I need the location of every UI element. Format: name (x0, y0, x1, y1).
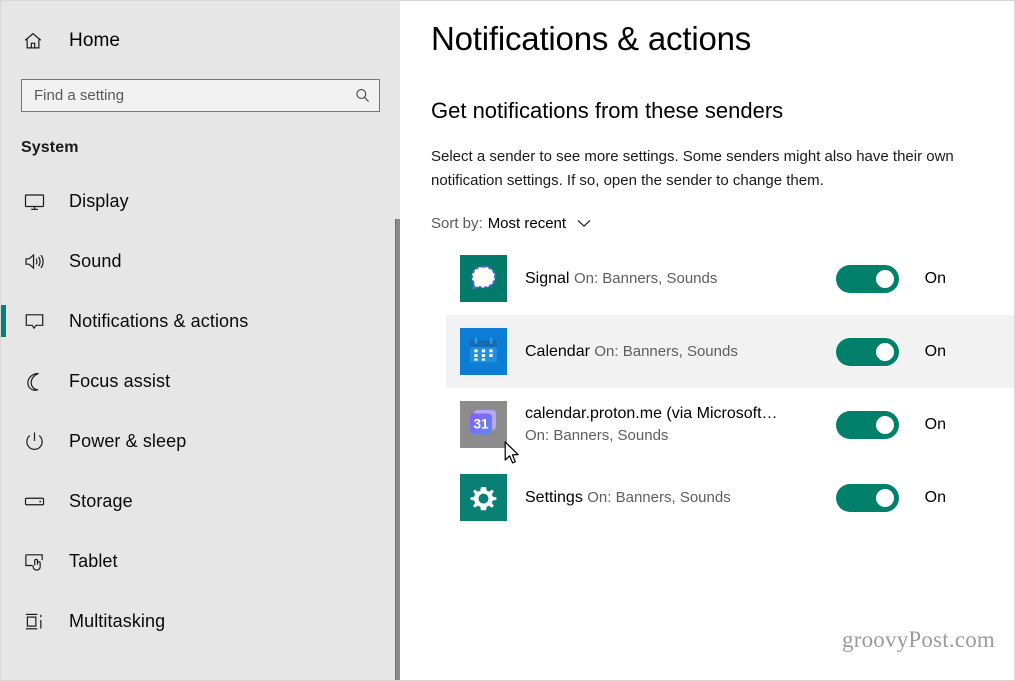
sidebar-item-label: Storage (69, 490, 133, 511)
monitor-icon (21, 188, 47, 214)
sender-toggle-group: On (835, 264, 946, 293)
toggle-knob (875, 488, 894, 507)
sender-status: On: Banners, Sounds (587, 488, 731, 506)
toggle-state-label: On (924, 342, 946, 360)
sidebar-item-label: Display (69, 190, 129, 211)
sender-name: Calendar (525, 342, 590, 360)
moon-icon (21, 368, 47, 394)
sidebar-item-storage[interactable]: Storage (1, 471, 400, 531)
sidebar-section-title: System (21, 139, 79, 156)
sidebar-nav-list: Display Sound Notifications & actions Fo… (1, 171, 400, 651)
page-title: Notifications & actions (431, 20, 752, 57)
toggle-knob (875, 415, 894, 434)
sidebar-item-label: Multitasking (69, 610, 166, 631)
watermark: groovyPost.com (842, 627, 995, 652)
sidebar-item-label: Focus assist (69, 370, 171, 391)
sender-toggle-group: On (835, 410, 946, 439)
sender-list: Signal On: Banners, Sounds On Calendar O… (431, 242, 1014, 534)
sender-toggle-group: On (835, 483, 946, 512)
sidebar-item-notifications-actions[interactable]: Notifications & actions (1, 291, 400, 351)
toggle-state-label: On (924, 415, 946, 433)
sender-info: calendar.proton.me (via Microsoft… On: B… (525, 403, 805, 447)
sender-name: Signal (525, 269, 570, 287)
sender-status: On: Banners, Sounds (525, 426, 669, 444)
sidebar-item-multitasking[interactable]: Multitasking (1, 591, 400, 651)
multitasking-icon (21, 608, 47, 634)
sidebar-item-label: Notifications & actions (69, 310, 249, 331)
calendar-app-icon (460, 328, 507, 375)
sidebar-item-tablet[interactable]: Tablet (1, 531, 400, 591)
sender-row-proton-calendar[interactable]: 31 calendar.proton.me (via Microsoft… On… (446, 388, 1014, 461)
speaker-icon (21, 248, 47, 274)
sender-info: Settings On: Banners, Sounds (525, 487, 805, 509)
section-description: Select a sender to see more settings. So… (431, 148, 954, 189)
sender-name: calendar.proton.me (via Microsoft… (525, 404, 778, 422)
home-icon (21, 29, 45, 53)
proton-calendar-app-icon: 31 (460, 401, 507, 448)
drive-icon (21, 488, 47, 514)
sender-toggle-group: On (835, 337, 946, 366)
toggle-knob (875, 269, 894, 288)
toggle-state-label: On (924, 269, 946, 287)
notification-toggle[interactable] (835, 483, 899, 512)
section-heading: Get notifications from these senders (431, 98, 784, 123)
notification-toggle[interactable] (835, 264, 899, 293)
search-box[interactable] (21, 79, 380, 112)
sidebar-item-label: Tablet (69, 550, 118, 571)
sender-info: Calendar On: Banners, Sounds (525, 341, 805, 363)
notification-toggle[interactable] (835, 337, 899, 366)
toggle-state-label: On (924, 488, 946, 506)
settings-gear-app-icon (460, 474, 507, 521)
sender-row-signal[interactable]: Signal On: Banners, Sounds On (446, 242, 1014, 315)
sidebar: Home System (1, 1, 400, 680)
sidebar-home-label: Home (69, 30, 121, 51)
settings-window: Home System (0, 0, 1015, 681)
search-icon[interactable] (353, 87, 371, 105)
sender-info: Signal On: Banners, Sounds (525, 268, 805, 290)
sidebar-item-power-sleep[interactable]: Power & sleep (1, 411, 400, 471)
svg-text:31: 31 (473, 417, 489, 432)
tablet-touch-icon (21, 548, 47, 574)
sort-by-label: Sort by: (431, 215, 483, 232)
sender-row-settings[interactable]: Settings On: Banners, Sounds On (446, 461, 1014, 534)
chevron-down-icon[interactable] (577, 217, 591, 231)
sender-name: Settings (525, 488, 583, 506)
sidebar-item-focus-assist[interactable]: Focus assist (1, 351, 400, 411)
signal-app-icon (460, 255, 507, 302)
sort-by-dropdown[interactable]: Sort by: Most recent (431, 215, 591, 232)
sidebar-item-home[interactable]: Home (1, 18, 400, 64)
sender-row-calendar[interactable]: Calendar On: Banners, Sounds On (446, 315, 1014, 388)
sidebar-item-label: Sound (69, 250, 122, 271)
power-icon (21, 428, 47, 454)
selection-accent-bar (1, 305, 6, 337)
sidebar-item-label: Power & sleep (69, 430, 187, 451)
notification-toggle[interactable] (835, 410, 899, 439)
sender-status: On: Banners, Sounds (573, 269, 718, 287)
speech-bubble-icon (21, 308, 47, 334)
sidebar-item-display[interactable]: Display (1, 171, 400, 231)
toggle-knob (875, 342, 894, 361)
sidebar-item-sound[interactable]: Sound (1, 231, 400, 291)
search-input[interactable] (34, 80, 349, 111)
content-area: Notifications & actions Get notification… (400, 1, 1014, 680)
sender-status: On: Banners, Sounds (594, 342, 738, 360)
sort-by-value: Most recent (487, 215, 567, 232)
